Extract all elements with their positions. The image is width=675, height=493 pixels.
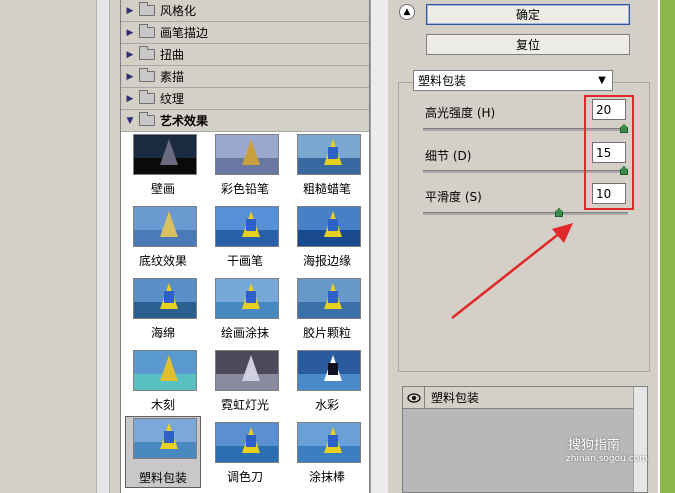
folder-icon xyxy=(139,46,155,60)
expand-triangle-icon[interactable]: ▶ xyxy=(121,72,139,82)
layers-scrollbar[interactable] xyxy=(633,387,647,492)
annotation-arrow xyxy=(451,223,573,319)
thumb-label: 底纹效果 xyxy=(138,254,187,268)
highlight-strength-label: 高光强度 (H) xyxy=(425,106,496,120)
thumb-label: 胶片颗粒 xyxy=(302,326,351,340)
detail-label: 细节 (D) xyxy=(425,149,472,163)
layer-name: 塑料包装 xyxy=(431,391,480,405)
watermark-url: zhinan.sogou.com xyxy=(566,454,648,464)
category-label: 扭曲 xyxy=(160,48,185,62)
filter-thumb-paint-daubs[interactable]: 绘画涂抹 xyxy=(207,276,283,344)
reset-button[interactable]: 复位 xyxy=(426,34,630,55)
thumb-label: 干画笔 xyxy=(226,254,263,268)
category-brush-strokes[interactable]: ▶ 画笔描边 xyxy=(121,22,369,44)
highlight-annotation-box xyxy=(584,95,634,210)
collapse-triangle-icon[interactable]: ▼ xyxy=(121,116,139,126)
category-texture[interactable]: ▶ 纹理 xyxy=(121,88,369,110)
chevron-down-icon[interactable]: ▼ xyxy=(592,71,612,90)
filter-thumb-watercolor[interactable]: 水彩 xyxy=(289,348,365,416)
left-scrollbar[interactable] xyxy=(96,0,110,493)
thumb-label: 木刻 xyxy=(150,398,175,412)
gallery-scrollbar[interactable] xyxy=(370,0,388,493)
category-label: 素描 xyxy=(160,70,185,84)
folder-icon xyxy=(139,2,155,16)
thumb-label: 涂抹棒 xyxy=(308,470,345,484)
thumb-label: 霓虹灯光 xyxy=(220,398,269,412)
thumb-image xyxy=(133,278,197,319)
thumb-image xyxy=(133,134,197,175)
folder-open-icon xyxy=(139,112,155,126)
filter-thumb-rough-pastels[interactable]: 粗糙蜡笔 xyxy=(289,132,365,200)
folder-icon xyxy=(139,90,155,104)
thumb-label: 水彩 xyxy=(314,398,339,412)
thumb-image xyxy=(297,422,361,463)
thumb-image xyxy=(297,350,361,391)
filter-thumb-plastic-wrap[interactable]: 塑料包装 xyxy=(125,416,201,488)
thumb-label: 壁画 xyxy=(150,182,175,196)
smoothness-label: 平滑度 (S) xyxy=(425,190,482,204)
thumb-label: 塑料包装 xyxy=(138,471,187,485)
thumb-image xyxy=(215,422,279,463)
ok-button[interactable]: 确定 xyxy=(426,4,630,25)
thumb-image xyxy=(297,278,361,319)
thumb-label: 海报边缘 xyxy=(302,254,351,268)
category-label: 画笔描边 xyxy=(160,26,209,40)
watermark-text: 搜狗指南 xyxy=(568,438,621,453)
filter-thumb-neon-glow[interactable]: 霓虹灯光 xyxy=(207,348,283,416)
thumb-image xyxy=(297,206,361,247)
category-sketch[interactable]: ▶ 素描 xyxy=(121,66,369,88)
filter-thumb-sponge[interactable]: 海绵 xyxy=(125,276,201,344)
thumb-image xyxy=(215,206,279,247)
filter-thumb-smudge-stick[interactable]: 涂抹棒 xyxy=(289,420,365,488)
expand-triangle-icon[interactable]: ▶ xyxy=(121,28,139,38)
filter-gallery: ▶ 风格化 ▶ 画笔描边 ▶ 扭曲 ▶ 素描 ▶ 纹理 ▼ 艺术效果 壁画 彩色… xyxy=(120,0,370,493)
thumb-image xyxy=(133,206,197,247)
filter-thumb-fresco[interactable]: 壁画 xyxy=(125,132,201,200)
thumb-label: 调色刀 xyxy=(226,470,263,484)
category-label: 艺术效果 xyxy=(160,114,209,128)
thumb-label: 绘画涂抹 xyxy=(220,326,269,340)
filter-thumb-film-grain[interactable]: 胶片颗粒 xyxy=(289,276,365,344)
thumb-image xyxy=(215,350,279,391)
category-label: 纹理 xyxy=(160,92,185,106)
filter-select-value: 塑料包装 xyxy=(418,74,467,88)
filter-thumb-palette-knife[interactable]: 调色刀 xyxy=(207,420,283,488)
filter-thumb-dry-brush[interactable]: 干画笔 xyxy=(207,204,283,272)
left-panel-strip xyxy=(0,0,96,493)
category-label: 风格化 xyxy=(160,4,197,18)
window-edge xyxy=(658,0,675,493)
eye-icon[interactable] xyxy=(403,386,425,409)
filter-thumb-cutout[interactable]: 木刻 xyxy=(125,348,201,416)
filter-select[interactable]: 塑料包装 ▼ xyxy=(413,70,613,91)
thumb-image xyxy=(133,418,197,459)
thumb-label: 彩色铅笔 xyxy=(220,182,269,196)
collapse-gallery-icon[interactable]: ▲ xyxy=(399,4,415,20)
thumb-image xyxy=(297,134,361,175)
category-stylize[interactable]: ▶ 风格化 xyxy=(121,0,369,22)
thumb-label: 粗糙蜡笔 xyxy=(302,182,351,196)
filter-thumb-colored-pencil[interactable]: 彩色铅笔 xyxy=(207,132,283,200)
effect-layer-row[interactable]: 塑料包装 xyxy=(403,386,635,409)
expand-triangle-icon[interactable]: ▶ xyxy=(121,50,139,60)
expand-triangle-icon[interactable]: ▶ xyxy=(121,6,139,16)
folder-icon xyxy=(139,24,155,38)
thumb-image xyxy=(215,134,279,175)
folder-icon xyxy=(139,68,155,82)
filter-thumb-underpainting[interactable]: 底纹效果 xyxy=(125,204,201,272)
filter-thumb-poster-edges[interactable]: 海报边缘 xyxy=(289,204,365,272)
thumb-label: 海绵 xyxy=(150,326,175,340)
thumb-image xyxy=(215,278,279,319)
category-artistic[interactable]: ▼ 艺术效果 xyxy=(121,110,369,132)
expand-triangle-icon[interactable]: ▶ xyxy=(121,94,139,104)
thumb-image xyxy=(133,350,197,391)
category-distort[interactable]: ▶ 扭曲 xyxy=(121,44,369,66)
